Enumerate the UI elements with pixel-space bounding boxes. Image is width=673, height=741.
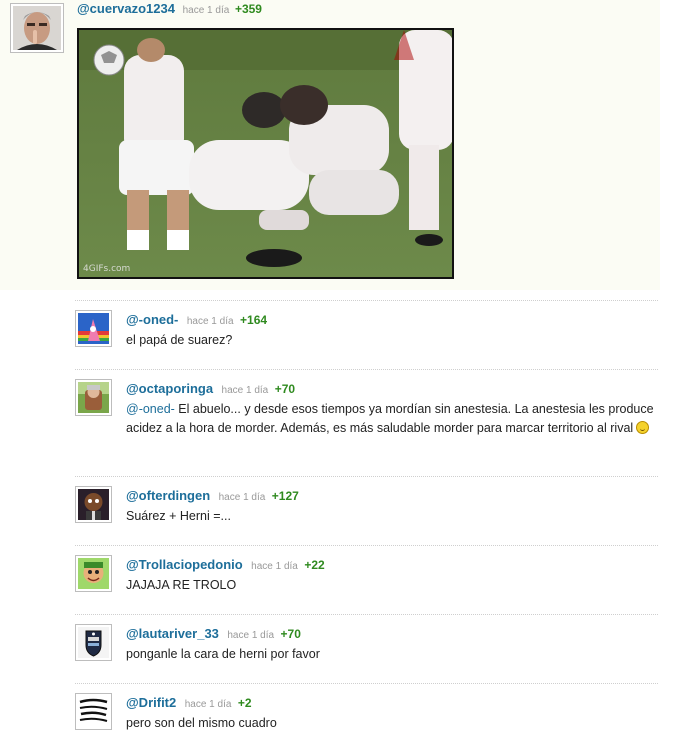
smiley-emoji-icon	[636, 421, 650, 434]
original-post: @cuervazo1234 hace 1 día +359 4GIFs.com	[0, 0, 660, 290]
comment-item: @Drifit2 hace 1 día +2 pero son del mism…	[75, 683, 658, 741]
comment-avatar[interactable]	[75, 693, 112, 730]
comment-avatar[interactable]	[75, 624, 112, 661]
comment-time: hace 1 día	[251, 561, 298, 572]
comment-username[interactable]: @Trollaciopedonio	[126, 557, 243, 572]
post-time: hace 1 día	[182, 5, 230, 16]
comment-header: @Drifit2 hace 1 día +2	[126, 694, 252, 712]
comment-mention[interactable]: @-oned-	[126, 402, 175, 416]
avatar-image	[78, 313, 109, 344]
comment-header: @ofterdingen hace 1 día +127	[126, 487, 299, 505]
user-avatar[interactable]	[10, 3, 64, 53]
comment-item: @-oned- hace 1 día +164 el papá de suare…	[75, 300, 658, 369]
avatar-image	[78, 382, 109, 413]
comment-text: Suárez + Herni =...	[126, 509, 231, 523]
avatar-image	[13, 6, 61, 50]
comment-username[interactable]: @ofterdingen	[126, 488, 210, 503]
avatar-image	[78, 489, 109, 520]
avatar-image	[78, 696, 109, 727]
comment-text-content: El abuelo... y desde esos tiempos ya mor…	[126, 402, 654, 435]
comment-avatar[interactable]	[75, 310, 112, 347]
comment-username[interactable]: @lautariver_33	[126, 626, 219, 641]
comment-time: hace 1 día	[184, 699, 232, 710]
post-username[interactable]: @cuervazo1234	[77, 1, 175, 16]
comment-avatar[interactable]	[75, 555, 112, 592]
comment-time: hace 1 día	[218, 492, 266, 503]
comment-time: hace 1 día	[227, 630, 275, 641]
comment-text: JAJAJA RE TROLO	[126, 578, 237, 592]
avatar-image	[78, 627, 109, 658]
comment-time: hace 1 día	[221, 385, 269, 396]
post-header: @cuervazo1234 hace 1 día +359	[77, 1, 262, 16]
comment-header: @-oned- hace 1 día +164	[126, 311, 267, 329]
gif-watermark: 4GIFs.com	[83, 264, 131, 274]
comment-text: @-oned- El abuelo... y desde esos tiempo…	[126, 400, 661, 438]
comment-item: @octaporinga hace 1 día +70 @-oned- El a…	[75, 369, 658, 476]
comment-score: +2	[237, 696, 252, 710]
comment-score: +164	[240, 313, 268, 327]
comment-item: @ofterdingen hace 1 día +127 Suárez + He…	[75, 476, 658, 545]
post-gif[interactable]: 4GIFs.com	[77, 28, 454, 279]
comment-text: el papá de suarez?	[126, 333, 233, 347]
gif-frame	[79, 30, 452, 277]
comment-username[interactable]: @-oned-	[126, 312, 178, 327]
comment-item: @Trollaciopedonio hace 1 día +22 JAJAJA …	[75, 545, 658, 614]
comment-text: ponganle la cara de herni por favor	[126, 647, 320, 661]
comment-header: @octaporinga hace 1 día +70	[126, 380, 295, 398]
comment-item: @lautariver_33 hace 1 día +70 ponganle l…	[75, 614, 658, 683]
comment-score: +70	[274, 382, 296, 396]
comment-avatar[interactable]	[75, 379, 112, 416]
post-score: +359	[234, 2, 262, 16]
avatar-image	[78, 558, 109, 589]
comment-username[interactable]: @Drifit2	[126, 695, 176, 710]
comment-score: +127	[271, 489, 299, 503]
comment-username[interactable]: @octaporinga	[126, 381, 213, 396]
comment-header: @Trollaciopedonio hace 1 día +22	[126, 556, 325, 574]
comment-text: pero son del mismo cuadro	[126, 716, 277, 730]
comment-avatar[interactable]	[75, 486, 112, 523]
comment-score: +22	[304, 558, 325, 572]
comment-header: @lautariver_33 hace 1 día +70	[126, 625, 301, 643]
comment-score: +70	[280, 627, 301, 641]
comment-time: hace 1 día	[186, 316, 234, 327]
